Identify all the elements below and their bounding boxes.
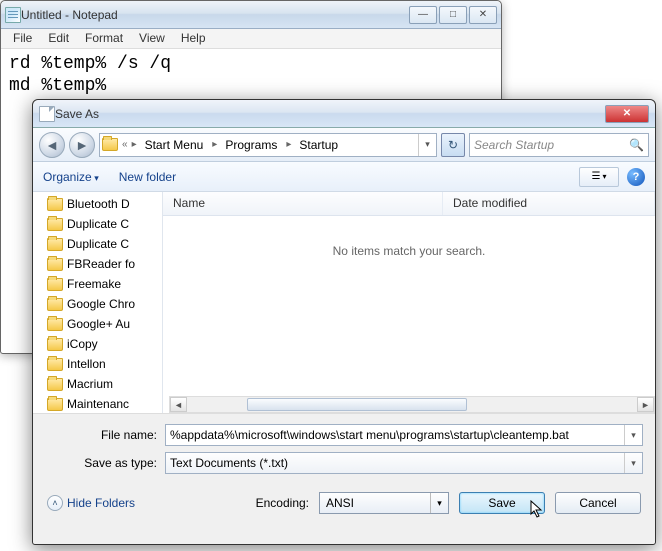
save-type-combo[interactable]: Text Documents (*.txt) ▾ [165, 452, 643, 474]
chevron-right-icon[interactable]: ▸ [130, 139, 139, 150]
dialog-titlebar[interactable]: Save As ✕ [33, 100, 655, 128]
dialog-title: Save As [55, 107, 605, 121]
notepad-menubar: File Edit Format View Help [1, 29, 501, 49]
tree-item[interactable]: FBReader fo [47, 254, 162, 274]
menu-format[interactable]: Format [77, 29, 131, 48]
tree-item[interactable]: Duplicate C [47, 214, 162, 234]
body-area: Bluetooth D Duplicate C Duplicate C FBRe… [33, 192, 655, 414]
tree-item[interactable]: Google Chro [47, 294, 162, 314]
column-name[interactable]: Name [163, 192, 443, 215]
scroll-thumb[interactable] [247, 398, 467, 411]
crumb-programs[interactable]: Programs [219, 134, 284, 156]
nav-back-button[interactable]: ◄ [39, 132, 65, 158]
folder-icon [47, 298, 63, 311]
file-name-input[interactable]: %appdata%\microsoft\windows\start menu\p… [165, 424, 643, 446]
chevron-up-icon: ˄ [47, 495, 63, 511]
horizontal-scrollbar[interactable]: ◄ ► [169, 396, 655, 413]
dialog-footer: ˄ Hide Folders Encoding: ANSI ▾ Save Can… [33, 484, 655, 526]
dropdown-icon[interactable]: ▾ [624, 425, 642, 445]
search-input[interactable]: Search Startup 🔍 [469, 133, 649, 157]
folder-icon [47, 198, 63, 211]
close-button[interactable]: ✕ [469, 6, 497, 24]
minimize-button[interactable]: — [409, 6, 437, 24]
scroll-left-icon[interactable]: ◄ [170, 397, 187, 412]
notepad-titlebar[interactable]: Untitled - Notepad — □ ✕ [1, 1, 501, 29]
chevron-right-icon: ▸ [284, 139, 293, 150]
menu-file[interactable]: File [5, 29, 40, 48]
tree-item[interactable]: Intellon [47, 354, 162, 374]
search-icon: 🔍 [629, 138, 644, 152]
maximize-button[interactable]: □ [439, 6, 467, 24]
tree-item[interactable]: Google+ Au [47, 314, 162, 334]
cancel-button[interactable]: Cancel [555, 492, 641, 514]
file-name-label: File name: [45, 428, 165, 442]
dropdown-icon[interactable]: ▾ [430, 493, 448, 513]
hide-folders-button[interactable]: ˄ Hide Folders [47, 495, 135, 511]
folder-icon [47, 218, 63, 231]
folder-icon [47, 258, 63, 271]
list-header: Name Date modified [163, 192, 655, 216]
notepad-icon [5, 7, 21, 23]
menu-edit[interactable]: Edit [40, 29, 77, 48]
help-button[interactable]: ? [627, 168, 645, 186]
tree-item[interactable]: Maintenanc [47, 394, 162, 413]
save-type-label: Save as type: [45, 456, 165, 470]
nav-row: ◄ ► « ▸ Start Menu ▸ Programs ▸ Startup … [33, 128, 655, 162]
notepad-title: Untitled - Notepad [21, 8, 409, 22]
file-list[interactable]: Name Date modified No items match your s… [163, 192, 655, 413]
chevron-right-icon: ▸ [210, 139, 219, 150]
column-date[interactable]: Date modified [443, 192, 655, 215]
folder-icon [47, 318, 63, 331]
folder-icon [47, 398, 63, 411]
new-folder-button[interactable]: New folder [119, 170, 176, 184]
folder-icon [47, 278, 63, 291]
form-area: File name: %appdata%\microsoft\windows\s… [33, 414, 655, 484]
folder-icon [47, 378, 63, 391]
save-button[interactable]: Save [459, 492, 545, 514]
nav-forward-button[interactable]: ► [69, 132, 95, 158]
refresh-button[interactable]: ↻ [441, 133, 465, 157]
folder-icon [47, 238, 63, 251]
menu-help[interactable]: Help [173, 29, 214, 48]
tree-item[interactable]: Macrium [47, 374, 162, 394]
tree-item[interactable]: Freemake [47, 274, 162, 294]
save-as-dialog: Save As ✕ ◄ ► « ▸ Start Menu ▸ Programs … [32, 99, 656, 545]
scroll-right-icon[interactable]: ► [637, 397, 654, 412]
view-options-button[interactable]: ☰▾ [579, 167, 619, 187]
toolbar: Organize New folder ☰▾ ? [33, 162, 655, 192]
folder-icon [100, 138, 120, 151]
crumb-start-menu[interactable]: Start Menu [139, 134, 211, 156]
folder-icon [47, 358, 63, 371]
organize-button[interactable]: Organize [43, 170, 99, 184]
dialog-close-button[interactable]: ✕ [605, 105, 649, 123]
encoding-combo[interactable]: ANSI ▾ [319, 492, 449, 514]
crumb-startup[interactable]: Startup [293, 134, 345, 156]
dropdown-icon[interactable]: ▾ [624, 453, 642, 473]
tree-item[interactable]: Bluetooth D [47, 194, 162, 214]
tree-item[interactable]: iCopy [47, 334, 162, 354]
document-icon [39, 106, 55, 122]
folder-tree[interactable]: Bluetooth D Duplicate C Duplicate C FBRe… [33, 192, 163, 413]
crumb-dropdown-icon[interactable]: ▾ [418, 134, 436, 156]
encoding-label: Encoding: [256, 496, 309, 510]
empty-message: No items match your search. [163, 244, 655, 258]
chevron-right-icon[interactable]: « [120, 139, 130, 150]
folder-icon [47, 338, 63, 351]
search-placeholder: Search Startup [474, 138, 554, 152]
tree-item[interactable]: Duplicate C [47, 234, 162, 254]
breadcrumb-bar[interactable]: « ▸ Start Menu ▸ Programs ▸ Startup ▾ [99, 133, 437, 157]
menu-view[interactable]: View [131, 29, 173, 48]
